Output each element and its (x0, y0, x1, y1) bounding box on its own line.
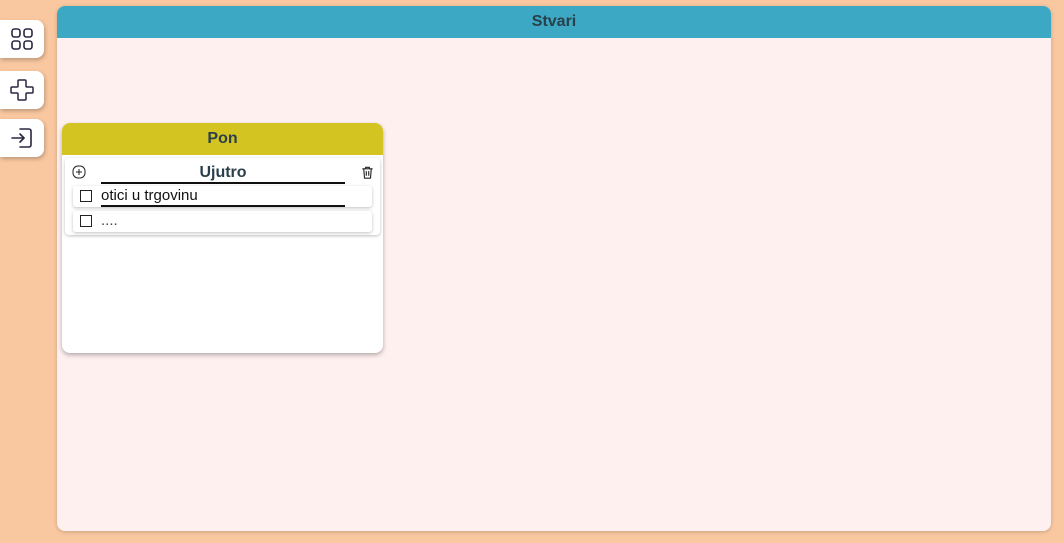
task-checkbox[interactable] (80, 215, 92, 227)
login-icon (11, 128, 32, 148)
task-item: otici u trgovinu (73, 186, 372, 207)
task-checkbox[interactable] (80, 190, 92, 202)
plus-square-icon (72, 165, 86, 179)
grid-view-button[interactable] (0, 20, 44, 58)
grid-icon (11, 28, 33, 50)
board-title: Stvari (57, 6, 1051, 38)
board: Stvari Pon Ujutro otici u trgovinu .... (57, 6, 1051, 531)
add-button[interactable] (0, 71, 44, 109)
task-item: .... (73, 211, 372, 232)
trash-icon (361, 166, 373, 179)
section-title[interactable]: Ujutro (101, 162, 345, 184)
day-title: Pon (62, 123, 383, 155)
task-text[interactable]: .... (101, 211, 345, 232)
section-card: Ujutro otici u trgovinu .... (65, 158, 380, 235)
login-button[interactable] (0, 119, 44, 157)
add-task-button[interactable] (72, 165, 86, 179)
task-text[interactable]: otici u trgovinu (101, 186, 345, 207)
plus-icon (10, 79, 34, 101)
day-card: Pon Ujutro otici u trgovinu .... (62, 123, 383, 353)
delete-section-button[interactable] (359, 164, 375, 180)
